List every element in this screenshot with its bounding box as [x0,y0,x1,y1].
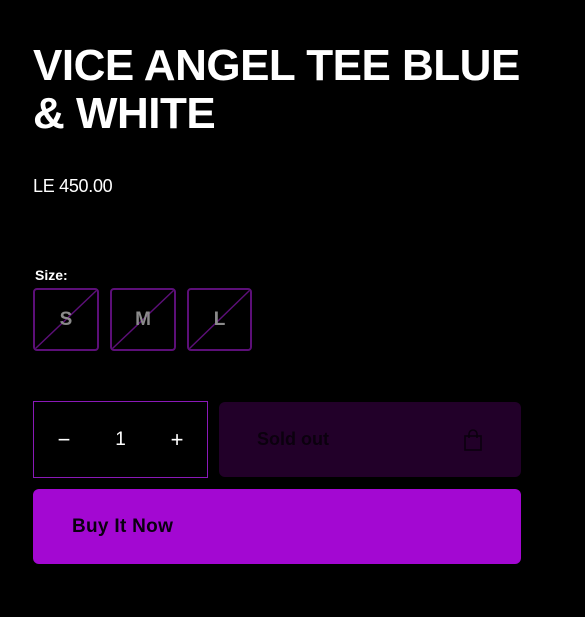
size-option-label: L [213,308,226,330]
shopping-bag-icon [464,428,482,451]
size-option-l[interactable]: L [187,288,252,351]
size-label: Size: [35,267,68,283]
size-option-s[interactable]: S [33,288,99,351]
quantity-stepper: − 1 + [33,401,208,478]
product-title: VICE ANGEL TEE BLUE & WHITE [33,41,520,138]
buy-it-now-button[interactable]: Buy It Now [33,489,521,564]
buy-it-now-label: Buy It Now [72,515,174,537]
quantity-increase-button[interactable]: + [147,402,207,477]
size-option-label: M [135,308,151,330]
product-price: LE 450.00 [33,176,113,196]
size-option-m[interactable]: M [110,288,176,351]
quantity-decrease-button[interactable]: − [34,402,94,477]
size-option-label: S [59,308,73,330]
product-info: VICE ANGEL TEE BLUE & WHITE LE 450.00 Si… [0,0,585,617]
quantity-input[interactable]: 1 [94,429,147,451]
size-options: S M L [33,288,252,351]
sold-out-button[interactable]: Sold out [219,402,521,477]
sold-out-label: Sold out [257,429,329,449]
